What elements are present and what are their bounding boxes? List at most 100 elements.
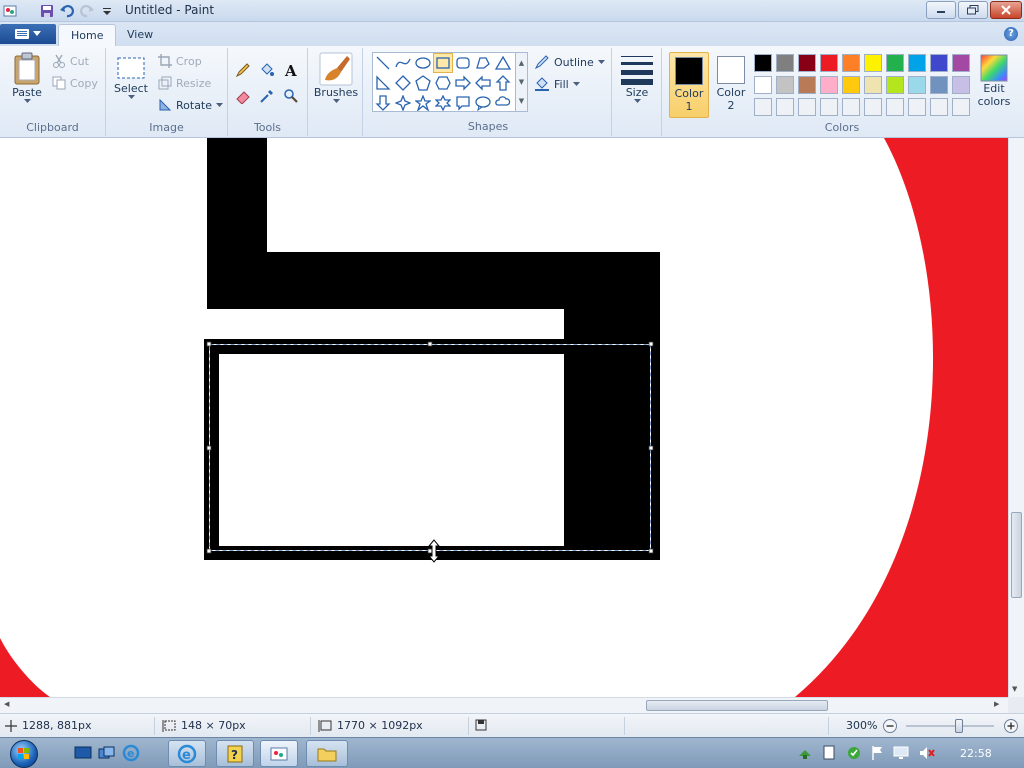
zoom-slider-thumb[interactable]: [955, 719, 963, 733]
palette-swatch-empty[interactable]: [908, 98, 926, 116]
shapes-gallery[interactable]: [372, 52, 516, 112]
scroll-down-arrow-icon[interactable]: ▼: [1012, 685, 1017, 693]
palette-swatch[interactable]: [776, 54, 794, 72]
right-triangle-shape-icon[interactable]: [373, 73, 393, 93]
color1-button[interactable]: Color 1: [669, 52, 709, 118]
zoom-out-button[interactable]: [882, 718, 898, 734]
palette-swatch-empty[interactable]: [754, 98, 772, 116]
line-shape-icon[interactable]: [373, 53, 393, 73]
size-button[interactable]: Size: [618, 52, 656, 104]
display-tray-icon[interactable]: [892, 744, 910, 762]
palette-swatch-empty[interactable]: [930, 98, 948, 116]
close-button[interactable]: [990, 1, 1022, 19]
palette-swatch-empty[interactable]: [776, 98, 794, 116]
oval-callout-shape-icon[interactable]: [473, 93, 493, 113]
document-tray-icon[interactable]: [820, 744, 838, 762]
palette-swatch[interactable]: [864, 76, 882, 94]
palette-swatch[interactable]: [886, 54, 904, 72]
zoom-slider-track[interactable]: [906, 725, 994, 727]
palette-swatch[interactable]: [952, 54, 970, 72]
cut-button[interactable]: Cut: [52, 54, 89, 68]
rounded-callout-shape-icon[interactable]: [453, 93, 473, 113]
undo-icon[interactable]: [58, 2, 76, 20]
paste-button[interactable]: Paste: [8, 52, 46, 104]
polygon-shape-icon[interactable]: [473, 53, 493, 73]
minimize-button[interactable]: [926, 1, 956, 19]
resize-button[interactable]: Resize: [158, 76, 211, 90]
vertical-scrollbar[interactable]: ▼: [1008, 138, 1024, 697]
taskbar-help-app[interactable]: ?: [216, 740, 254, 767]
handle-top-right[interactable]: [648, 341, 654, 347]
horizontal-scroll-thumb[interactable]: [646, 700, 828, 711]
palette-swatch[interactable]: [864, 54, 882, 72]
rectangle-shape-icon[interactable]: [433, 53, 453, 73]
five-point-star-shape-icon[interactable]: [413, 93, 433, 113]
start-button[interactable]: [4, 738, 44, 768]
four-point-star-shape-icon[interactable]: [393, 93, 413, 113]
gallery-expand-icon[interactable]: ▼: [519, 97, 524, 105]
pentagon-shape-icon[interactable]: [413, 73, 433, 93]
restore-button[interactable]: [958, 1, 988, 19]
internet-explorer-quicklaunch-icon[interactable]: e: [120, 741, 142, 765]
curve-shape-icon[interactable]: [393, 53, 413, 73]
magnifier-icon[interactable]: [280, 86, 302, 106]
vertical-scroll-thumb[interactable]: [1011, 512, 1022, 598]
rotate-button[interactable]: Rotate: [158, 98, 224, 112]
tab-view[interactable]: View: [115, 24, 165, 46]
taskbar-internet-explorer[interactable]: e: [168, 740, 206, 767]
handle-bottom-center[interactable]: [427, 548, 433, 554]
palette-swatch-empty[interactable]: [886, 98, 904, 116]
security-tray-icon[interactable]: [845, 744, 863, 762]
scroll-up-icon[interactable]: ▲: [519, 59, 524, 67]
scroll-down-icon[interactable]: ▼: [519, 78, 524, 86]
triangle-shape-icon[interactable]: [493, 53, 513, 73]
left-arrow-shape-icon[interactable]: [473, 73, 493, 93]
palette-swatch-empty[interactable]: [864, 98, 882, 116]
tab-home[interactable]: Home: [58, 24, 117, 46]
palette-swatch[interactable]: [886, 76, 904, 94]
handle-middle-left[interactable]: [206, 445, 212, 451]
outline-button[interactable]: Outline: [534, 54, 605, 70]
palette-swatch[interactable]: [908, 54, 926, 72]
palette-swatch[interactable]: [754, 76, 772, 94]
palette-swatch[interactable]: [930, 76, 948, 94]
oval-shape-icon[interactable]: [413, 53, 433, 73]
window-switcher-icon[interactable]: [96, 741, 118, 765]
crop-button[interactable]: Crop: [158, 54, 202, 68]
palette-swatch[interactable]: [798, 76, 816, 94]
volume-muted-icon[interactable]: [918, 744, 936, 762]
copy-button[interactable]: Copy: [52, 76, 98, 90]
customize-qat-icon[interactable]: [98, 2, 116, 20]
paint-menu-button[interactable]: [0, 24, 56, 44]
palette-swatch-empty[interactable]: [842, 98, 860, 116]
palette-swatch[interactable]: [820, 76, 838, 94]
text-tool-icon[interactable]: A: [280, 60, 302, 80]
select-button[interactable]: Select: [112, 56, 150, 100]
handle-bottom-left[interactable]: [206, 548, 212, 554]
palette-swatch[interactable]: [820, 54, 838, 72]
network-tray-icon[interactable]: [796, 744, 814, 762]
taskbar-clock[interactable]: 22:58: [960, 747, 992, 760]
edit-colors-button[interactable]: Edit colors: [974, 54, 1014, 108]
brushes-button[interactable]: Brushes: [312, 52, 360, 104]
handle-middle-right[interactable]: [648, 445, 654, 451]
palette-swatch[interactable]: [798, 54, 816, 72]
scroll-right-arrow-icon[interactable]: ▶: [994, 700, 999, 708]
palette-swatch[interactable]: [842, 54, 860, 72]
palette-swatch[interactable]: [842, 76, 860, 94]
cloud-callout-shape-icon[interactable]: [493, 93, 513, 113]
help-icon[interactable]: ?: [1004, 27, 1018, 41]
rounded-rectangle-shape-icon[interactable]: [453, 53, 473, 73]
paint-app-icon[interactable]: [2, 2, 20, 20]
palette-swatch[interactable]: [776, 76, 794, 94]
palette-swatch[interactable]: [908, 76, 926, 94]
redo-icon[interactable]: [78, 2, 96, 20]
scroll-left-arrow-icon[interactable]: ◀: [4, 700, 9, 708]
pencil-icon[interactable]: [232, 60, 254, 80]
palette-swatch-empty[interactable]: [798, 98, 816, 116]
handle-top-left[interactable]: [206, 341, 212, 347]
palette-swatch-empty[interactable]: [952, 98, 970, 116]
fill-bucket-icon[interactable]: [256, 60, 278, 80]
down-arrow-shape-icon[interactable]: [373, 93, 393, 113]
right-arrow-shape-icon[interactable]: [453, 73, 473, 93]
